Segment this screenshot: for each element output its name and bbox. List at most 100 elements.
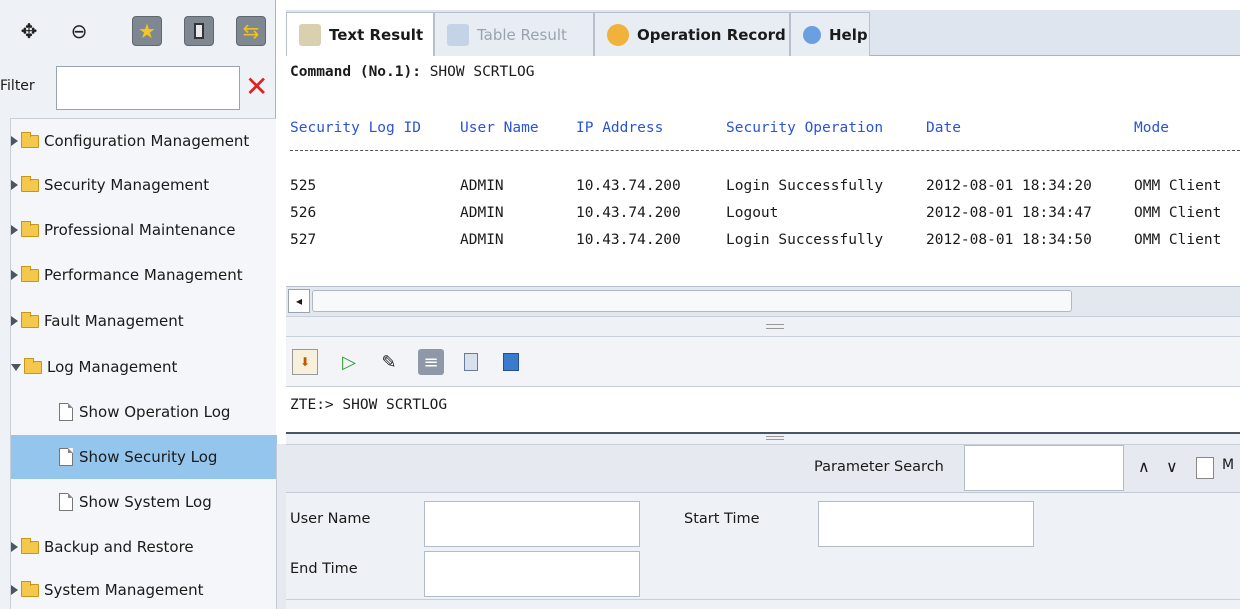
scroll-left-icon[interactable]: ◂: [288, 289, 310, 313]
header-ip-address: IP Address: [576, 120, 664, 136]
tree-item-label: Configuration Management: [44, 132, 250, 150]
user-name-field[interactable]: [424, 501, 640, 547]
clear-filter-icon[interactable]: ✕: [245, 70, 268, 104]
switch-icon[interactable]: ⇆: [236, 16, 266, 46]
expand-arrow-icon[interactable]: [11, 316, 18, 326]
end-time-label: End Time: [290, 561, 358, 577]
tree-item-configuration-management[interactable]: Configuration Management: [11, 119, 277, 163]
tree-item-backup-and-restore[interactable]: Backup and Restore: [11, 525, 277, 569]
header-date: Date: [926, 120, 961, 136]
tree-item-label: Backup and Restore: [44, 538, 194, 556]
splitter[interactable]: [286, 434, 1240, 444]
folder-icon: [21, 311, 39, 328]
function-tree: Configuration Management Security Manage…: [10, 118, 277, 609]
filter-label: Filter: [0, 78, 35, 94]
cell-log-id: 527: [290, 232, 317, 248]
tree-item-security-management[interactable]: Security Management: [11, 163, 277, 207]
format-icon[interactable]: ≡: [418, 349, 444, 375]
splitter-grip-icon[interactable]: [766, 436, 784, 440]
save-icon[interactable]: [498, 349, 524, 375]
match-checkbox[interactable]: [1196, 457, 1214, 479]
filter-row: Filter ✕: [0, 62, 276, 114]
expand-arrow-icon[interactable]: [11, 542, 18, 552]
tree-item-show-security-log[interactable]: Show Security Log: [11, 435, 277, 479]
expand-arrow-icon[interactable]: [11, 585, 18, 595]
header-mode: Mode: [1134, 120, 1169, 136]
table-result-icon: [447, 23, 469, 46]
horizontal-scrollbar[interactable]: ◂: [286, 286, 1240, 316]
header-separator: [290, 150, 1240, 151]
history-icon[interactable]: [458, 349, 484, 375]
cell-ip-address: 10.43.74.200: [576, 232, 681, 248]
cell-security-operation: Logout: [726, 205, 779, 221]
execute-icon[interactable]: ▷: [336, 349, 362, 375]
expand-arrow-icon[interactable]: [11, 136, 18, 146]
tab-table-result[interactable]: Table Result: [434, 12, 594, 56]
tree-item-label: System Management: [44, 581, 204, 599]
search-down-icon[interactable]: ∨: [1166, 457, 1178, 476]
folder-icon: [21, 265, 39, 282]
cell-user-name: ADMIN: [460, 205, 504, 221]
cell-mode: OMM Client: [1134, 178, 1222, 194]
command-toolbar: ⬇ ▷ ✎ ≡: [286, 336, 1240, 386]
parameter-panel: Parameter Search ∧ ∨ M User Name Start T…: [286, 444, 1240, 609]
device-icon[interactable]: [184, 16, 214, 46]
tree-item-performance-management[interactable]: Performance Management: [11, 253, 277, 297]
expand-arrow-icon[interactable]: [11, 180, 18, 190]
cell-log-id: 526: [290, 205, 317, 221]
cell-mode: OMM Client: [1134, 232, 1222, 248]
start-time-field[interactable]: [818, 501, 1034, 547]
parameter-search-input[interactable]: [964, 445, 1124, 491]
tree-item-label: Show Security Log: [79, 448, 218, 466]
load-script-icon[interactable]: ⬇: [292, 349, 318, 375]
collapse-icon[interactable]: ⊖: [64, 16, 94, 46]
tree-item-professional-maintenance[interactable]: Professional Maintenance: [11, 208, 277, 252]
search-up-icon[interactable]: ∧: [1138, 457, 1150, 476]
result-tabs: Text Result Table Result Operation Recor…: [286, 10, 1240, 56]
expand-arrow-icon[interactable]: [11, 225, 18, 235]
clear-icon[interactable]: ✎: [376, 349, 402, 375]
cell-user-name: ADMIN: [460, 178, 504, 194]
filter-input[interactable]: [56, 66, 240, 110]
tree-item-show-operation-log[interactable]: Show Operation Log: [11, 390, 277, 434]
scrollbar-thumb[interactable]: [312, 290, 1072, 312]
tree-item-label: Show System Log: [79, 493, 212, 511]
tab-operation-record[interactable]: Operation Record: [594, 12, 790, 56]
expand-arrow-icon[interactable]: [11, 270, 18, 280]
tree-item-label: Performance Management: [44, 266, 243, 284]
tree-item-system-management[interactable]: System Management: [11, 568, 277, 609]
tree-item-label: Professional Maintenance: [44, 221, 236, 239]
tree-item-label: Show Operation Log: [79, 403, 231, 421]
command-input[interactable]: ZTE:> SHOW SCRTLOG: [286, 386, 1240, 434]
cell-log-id: 525: [290, 178, 317, 194]
user-name-label: User Name: [290, 511, 371, 527]
text-result-icon: [299, 23, 321, 46]
collapse-arrow-icon[interactable]: [11, 363, 21, 371]
tree-item-log-management[interactable]: Log Management: [11, 345, 277, 389]
tree-item-fault-management[interactable]: Fault Management: [11, 299, 277, 343]
cell-ip-address: 10.43.74.200: [576, 178, 681, 194]
tab-help[interactable]: Help: [790, 12, 870, 56]
header-security-operation: Security Operation: [726, 120, 884, 136]
folder-open-icon: [24, 357, 42, 374]
tab-text-result[interactable]: Text Result: [286, 12, 434, 56]
command-prefix: Command (No.1):: [290, 64, 421, 80]
cell-date: 2012-08-01 18:34:50: [926, 232, 1092, 248]
folder-icon: [21, 220, 39, 237]
text-result-area: Command (No.1): SHOW SCRTLOG Security Lo…: [286, 56, 1240, 316]
end-time-field[interactable]: [424, 551, 640, 597]
expand-icon[interactable]: ✥: [14, 16, 44, 46]
splitter-grip-icon[interactable]: [766, 324, 784, 329]
cell-user-name: ADMIN: [460, 232, 504, 248]
folder-icon: [21, 175, 39, 192]
header-user-name: User Name: [460, 120, 539, 136]
tree-item-show-system-log[interactable]: Show System Log: [11, 480, 277, 524]
folder-icon: [21, 537, 39, 554]
folder-icon: [21, 580, 39, 597]
favorites-icon[interactable]: ★: [132, 16, 162, 46]
document-icon: [59, 403, 73, 421]
navigation-panel: ✥ ⊖ ★ ⇆ Filter ✕ Configuration Managemen…: [0, 0, 277, 609]
splitter[interactable]: [286, 316, 1240, 336]
vertical-splitter[interactable]: [276, 444, 286, 609]
start-time-label: Start Time: [684, 511, 760, 527]
